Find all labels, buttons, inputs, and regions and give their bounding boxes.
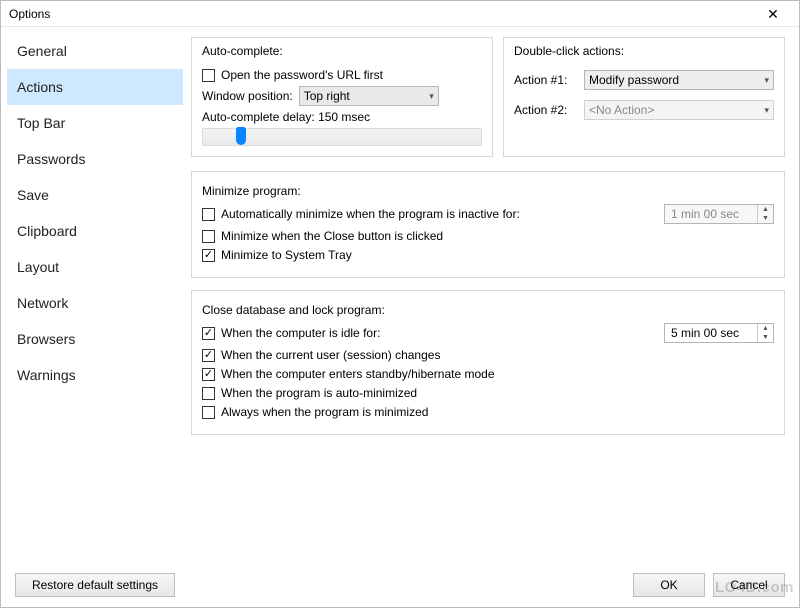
lock-idle-label: When the computer is idle for: bbox=[221, 326, 380, 340]
chevron-down-icon: ▾ bbox=[764, 105, 769, 116]
sidebar-item-label: Clipboard bbox=[17, 223, 77, 239]
lock-standby-label: When the computer enters standby/hiberna… bbox=[221, 367, 495, 381]
lock-session-label: When the current user (session) changes bbox=[221, 348, 440, 362]
auto-minimize-value: 1 min 00 sec bbox=[665, 205, 757, 223]
lock-autominimized-label: When the program is auto-minimized bbox=[221, 386, 417, 400]
spinner-buttons[interactable]: ▲▼ bbox=[757, 205, 773, 223]
sidebar-item-network[interactable]: Network bbox=[7, 285, 183, 321]
chevron-down-icon[interactable]: ▼ bbox=[758, 214, 773, 223]
cancel-button[interactable]: Cancel bbox=[713, 573, 785, 597]
sidebar-item-warnings[interactable]: Warnings bbox=[7, 357, 183, 393]
lock-session-checkbox[interactable] bbox=[202, 349, 215, 362]
auto-minimize-time[interactable]: 1 min 00 sec ▲▼ bbox=[664, 204, 774, 224]
chevron-down-icon: ▾ bbox=[429, 91, 434, 102]
window-body: General Actions Top Bar Passwords Save C… bbox=[1, 27, 799, 563]
minimize-on-close-label: Minimize when the Close button is clicke… bbox=[221, 229, 443, 243]
action1-select[interactable]: Modify password ▾ bbox=[584, 70, 774, 90]
doubleclick-group: Double-click actions: Action #1: Modify … bbox=[503, 37, 785, 157]
sidebar-item-label: Save bbox=[17, 187, 49, 203]
minimize-section: Minimize program: Automatically minimize… bbox=[191, 171, 785, 278]
window-position-label: Window position: bbox=[202, 89, 293, 103]
sidebar-item-actions[interactable]: Actions bbox=[7, 69, 183, 105]
slider-thumb[interactable] bbox=[236, 127, 246, 145]
chevron-up-icon[interactable]: ▲ bbox=[758, 205, 773, 214]
restore-defaults-button[interactable]: Restore default settings bbox=[15, 573, 175, 597]
lock-section: Close database and lock program: When th… bbox=[191, 290, 785, 435]
lock-minimized-checkbox[interactable] bbox=[202, 406, 215, 419]
sidebar-item-topbar[interactable]: Top Bar bbox=[7, 105, 183, 141]
open-url-checkbox[interactable] bbox=[202, 69, 215, 82]
sidebar-item-label: Passwords bbox=[17, 151, 85, 167]
minimize-to-tray-checkbox[interactable] bbox=[202, 249, 215, 262]
window-position-select[interactable]: Top right ▾ bbox=[299, 86, 439, 106]
sidebar-item-browsers[interactable]: Browsers bbox=[7, 321, 183, 357]
lock-idle-value: 5 min 00 sec bbox=[665, 324, 757, 342]
minimize-to-tray-label: Minimize to System Tray bbox=[221, 248, 352, 262]
minimize-on-close-checkbox[interactable] bbox=[202, 230, 215, 243]
lock-minimized-label: Always when the program is minimized bbox=[221, 405, 428, 419]
titlebar: Options ✕ bbox=[1, 1, 799, 27]
lock-idle-time[interactable]: 5 min 00 sec ▲▼ bbox=[664, 323, 774, 343]
sidebar-item-label: Browsers bbox=[17, 331, 75, 347]
sidebar-item-label: General bbox=[17, 43, 67, 59]
action2-value: <No Action> bbox=[589, 103, 654, 117]
ok-label: OK bbox=[660, 578, 677, 592]
close-icon[interactable]: ✕ bbox=[753, 3, 793, 25]
lock-title: Close database and lock program: bbox=[202, 303, 774, 317]
content: Auto-complete: Open the password's URL f… bbox=[189, 27, 799, 563]
sidebar-item-save[interactable]: Save bbox=[7, 177, 183, 213]
sidebar-item-label: Layout bbox=[17, 259, 59, 275]
cancel-label: Cancel bbox=[730, 578, 767, 592]
sidebar-item-layout[interactable]: Layout bbox=[7, 249, 183, 285]
window-position-value: Top right bbox=[304, 89, 350, 103]
lock-standby-checkbox[interactable] bbox=[202, 368, 215, 381]
minimize-title: Minimize program: bbox=[202, 184, 774, 198]
action2-label: Action #2: bbox=[514, 103, 576, 117]
doubleclick-title: Double-click actions: bbox=[514, 44, 774, 64]
lock-autominimized-checkbox[interactable] bbox=[202, 387, 215, 400]
sidebar: General Actions Top Bar Passwords Save C… bbox=[1, 27, 189, 563]
ok-button[interactable]: OK bbox=[633, 573, 705, 597]
sidebar-item-label: Warnings bbox=[17, 367, 76, 383]
open-url-label: Open the password's URL first bbox=[221, 68, 383, 82]
delay-slider[interactable] bbox=[202, 128, 482, 146]
restore-label: Restore default settings bbox=[32, 578, 158, 592]
window-title: Options bbox=[9, 7, 753, 21]
sidebar-item-passwords[interactable]: Passwords bbox=[7, 141, 183, 177]
autocomplete-title: Auto-complete: bbox=[202, 44, 482, 64]
sidebar-item-clipboard[interactable]: Clipboard bbox=[7, 213, 183, 249]
sidebar-item-general[interactable]: General bbox=[7, 33, 183, 69]
options-window: Options ✕ General Actions Top Bar Passwo… bbox=[0, 0, 800, 608]
autocomplete-group: Auto-complete: Open the password's URL f… bbox=[191, 37, 493, 157]
lock-idle-checkbox[interactable] bbox=[202, 327, 215, 340]
action2-select[interactable]: <No Action> ▾ bbox=[584, 100, 774, 120]
delay-label: Auto-complete delay: 150 msec bbox=[202, 110, 482, 124]
sidebar-item-label: Network bbox=[17, 295, 68, 311]
chevron-up-icon[interactable]: ▲ bbox=[758, 324, 773, 333]
auto-minimize-checkbox[interactable] bbox=[202, 208, 215, 221]
action1-label: Action #1: bbox=[514, 73, 576, 87]
action1-value: Modify password bbox=[589, 73, 679, 87]
spinner-buttons[interactable]: ▲▼ bbox=[757, 324, 773, 342]
chevron-down-icon: ▾ bbox=[764, 75, 769, 86]
sidebar-item-label: Top Bar bbox=[17, 115, 65, 131]
sidebar-item-label: Actions bbox=[17, 79, 63, 95]
chevron-down-icon[interactable]: ▼ bbox=[758, 333, 773, 342]
auto-minimize-label: Automatically minimize when the program … bbox=[221, 207, 520, 221]
footer: Restore default settings OK Cancel bbox=[1, 563, 799, 607]
